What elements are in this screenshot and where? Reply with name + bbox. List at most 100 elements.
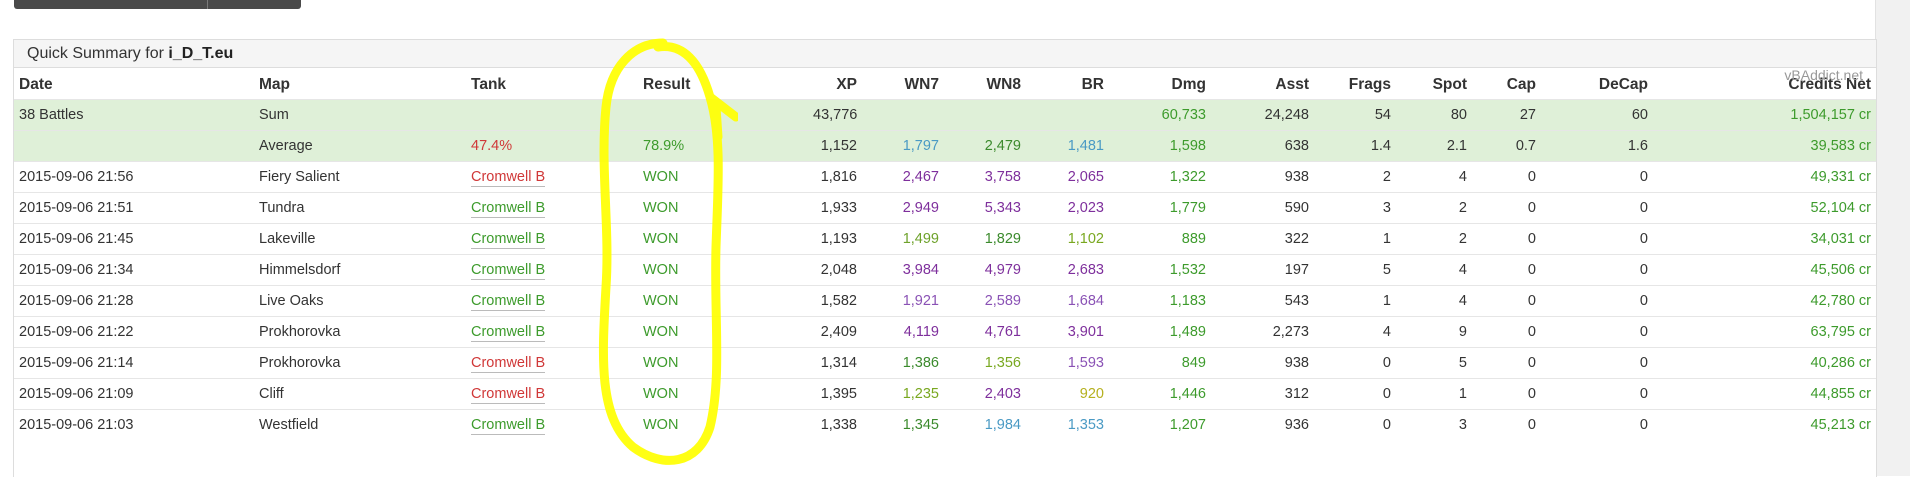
- table-row[interactable]: 2015-09-06 21:14 Prokhorovka Cromwell B WON…: [14, 347, 1876, 378]
- table-row[interactable]: 2015-09-06 21:34 Himmelsdorf Cromwell B WON…: [14, 254, 1876, 285]
- tank-link[interactable]: Cromwell B: [471, 354, 546, 373]
- battle-spot: 4: [1458, 168, 1467, 185]
- battle-tank: Cromwell B: [466, 378, 638, 409]
- table-row[interactable]: 2015-09-06 21:45 Lakeville Cromwell B WON 1,…: [14, 223, 1876, 254]
- battle-map: Cliff: [259, 385, 284, 402]
- col-map[interactable]: Map: [254, 68, 466, 100]
- watermark: vBAddict.net: [1784, 67, 1863, 83]
- battle-frags: 2: [1382, 168, 1391, 185]
- battle-xp: 1,193: [820, 230, 857, 247]
- battle-spot: 4: [1458, 261, 1467, 278]
- battle-decap: 0: [1639, 199, 1648, 216]
- col-tank[interactable]: Tank: [466, 68, 638, 100]
- col-decap[interactable]: DeCap: [1541, 68, 1653, 100]
- battle-decap: 0: [1639, 230, 1648, 247]
- battle-credits: 49,331 cr: [1810, 168, 1871, 185]
- summary-label: Quick Summary for: [27, 45, 164, 62]
- battle-xp: 2,409: [820, 323, 857, 340]
- battle-wn8: 1,356: [984, 354, 1021, 371]
- battle-cap: 0: [1527, 292, 1536, 309]
- battle-asst: 197: [1284, 261, 1309, 278]
- battle-decap: 0: [1639, 261, 1648, 278]
- battle-tank: Cromwell B: [466, 161, 638, 192]
- col-br[interactable]: BR: [1026, 68, 1109, 100]
- battle-date: 2015-09-06 21:03: [19, 416, 134, 433]
- battle-xp: 1,582: [820, 292, 857, 309]
- battle-dmg: 1,779: [1169, 199, 1206, 216]
- avg-cap: 0.7: [1472, 130, 1541, 161]
- table-row[interactable]: 2015-09-06 21:56 Fiery Salient Cromwell B W…: [14, 161, 1876, 192]
- battle-dmg: 1,446: [1169, 385, 1206, 402]
- tank-link[interactable]: Cromwell B: [471, 385, 546, 404]
- battle-spot: 4: [1458, 292, 1467, 309]
- battle-result: WON: [643, 416, 679, 433]
- col-dmg[interactable]: Dmg: [1109, 68, 1211, 100]
- sum-frags: 54: [1314, 99, 1396, 130]
- battle-wn8: 4,979: [984, 261, 1021, 278]
- tank-link[interactable]: Cromwell B: [471, 292, 546, 311]
- battle-result: WON: [643, 323, 679, 340]
- tank-link[interactable]: Cromwell B: [471, 199, 546, 218]
- col-xp[interactable]: XP: [808, 68, 862, 100]
- battle-br: 3,901: [1067, 323, 1104, 340]
- avg-decap: 1.6: [1541, 130, 1653, 161]
- avg-wn7: 1,797: [862, 130, 944, 161]
- battle-br: 1,593: [1067, 354, 1104, 371]
- battle-tank: Cromwell B: [466, 223, 638, 254]
- table-row[interactable]: 2015-09-06 21:51 Tundra Cromwell B WON 1,933…: [14, 192, 1876, 223]
- battle-dmg: 1,207: [1169, 416, 1206, 433]
- tank-link[interactable]: Cromwell B: [471, 168, 546, 187]
- col-result[interactable]: Result: [638, 68, 808, 100]
- battle-credits: 34,031 cr: [1810, 230, 1871, 247]
- battle-result: WON: [643, 292, 679, 309]
- tank-link[interactable]: Cromwell B: [471, 230, 546, 249]
- col-frags[interactable]: Frags: [1314, 68, 1396, 100]
- battle-asst: 322: [1284, 230, 1309, 247]
- battle-map: Fiery Salient: [259, 168, 340, 185]
- scrollbar[interactable]: [1875, 0, 1910, 476]
- col-wn8[interactable]: WN8: [944, 68, 1026, 100]
- table-row[interactable]: 2015-09-06 21:28 Live Oaks Cromwell B WON 1,…: [14, 285, 1876, 316]
- battle-tank: Cromwell B: [466, 192, 638, 223]
- battle-wn7: 2,467: [902, 168, 939, 185]
- battle-result: WON: [643, 354, 679, 371]
- col-wn7[interactable]: WN7: [862, 68, 944, 100]
- table-row[interactable]: 2015-09-06 21:09 Cliff Cromwell B WON 1,395 1…: [14, 378, 1876, 409]
- battle-xp: 2,048: [820, 261, 857, 278]
- top-toolbar-button[interactable]: [14, 0, 301, 9]
- battle-spot: 5: [1458, 354, 1467, 371]
- player-name[interactable]: i_D_T.eu: [168, 45, 233, 62]
- tank-link[interactable]: Cromwell B: [471, 416, 546, 435]
- battle-wn8: 4,761: [984, 323, 1021, 340]
- battle-credits: 42,780 cr: [1810, 292, 1871, 309]
- battle-xp: 1,314: [820, 354, 857, 371]
- battle-tank: Cromwell B: [466, 347, 638, 378]
- battle-tank: Cromwell B: [466, 254, 638, 285]
- battle-spot: 2: [1458, 230, 1467, 247]
- battle-br: 2,683: [1067, 261, 1104, 278]
- battles-table: Date Map Tank Result XP WN7 WN8 BR Dmg A…: [14, 68, 1876, 440]
- battle-br: 1,353: [1067, 416, 1104, 433]
- quick-summary-panel: Quick Summary for i_D_T.eu vBAddict.net …: [13, 39, 1877, 477]
- battle-cap: 0: [1527, 416, 1536, 433]
- col-cap[interactable]: Cap: [1472, 68, 1541, 100]
- battle-result: WON: [643, 199, 679, 216]
- tank-link[interactable]: Cromwell B: [471, 323, 546, 342]
- battle-spot: 9: [1458, 323, 1467, 340]
- table-row[interactable]: 2015-09-06 21:03 Westfield Cromwell B WON 1,…: [14, 409, 1876, 440]
- battle-spot: 1: [1458, 385, 1467, 402]
- battle-cap: 0: [1527, 168, 1536, 185]
- tank-link[interactable]: Cromwell B: [471, 261, 546, 280]
- battle-frags: 0: [1382, 354, 1391, 371]
- battle-result: WON: [643, 230, 679, 247]
- sum-asst: 24,248: [1211, 99, 1314, 130]
- battle-br: 920: [1079, 385, 1104, 402]
- col-date[interactable]: Date: [14, 68, 254, 100]
- battle-date: 2015-09-06 21:56: [19, 168, 134, 185]
- col-asst[interactable]: Asst: [1211, 68, 1314, 100]
- col-spot[interactable]: Spot: [1396, 68, 1472, 100]
- sum-spot: 80: [1396, 99, 1472, 130]
- battle-wn8: 2,403: [984, 385, 1021, 402]
- battle-result: WON: [643, 385, 679, 402]
- table-row[interactable]: 2015-09-06 21:22 Prokhorovka Cromwell B WON…: [14, 316, 1876, 347]
